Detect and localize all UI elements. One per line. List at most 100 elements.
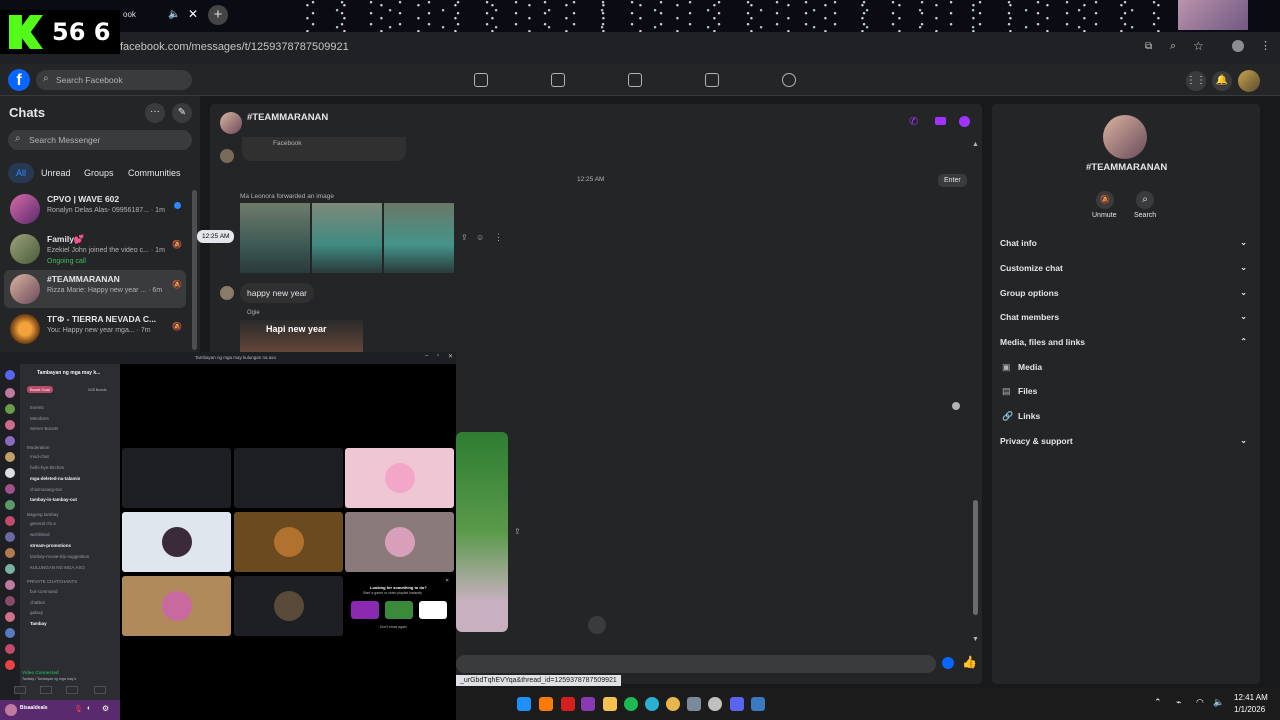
channel-category[interactable]: Moderation — [27, 445, 50, 450]
discord-home-icon[interactable] — [5, 370, 15, 380]
channel-item[interactable]: general chi a — [30, 521, 56, 526]
react-emoji-icon[interactable]: ☺ — [476, 233, 484, 242]
close-icon[interactable]: ✕ — [445, 578, 449, 584]
channel-item[interactable]: tambay-movie-trip-suggestion — [30, 554, 89, 559]
filter-unread[interactable]: Unread — [33, 163, 79, 183]
section-privacy-support[interactable]: Privacy & support ⌄ — [1000, 436, 1255, 446]
server-icon[interactable] — [5, 644, 15, 654]
server-icon[interactable] — [5, 596, 15, 606]
section-chat-info[interactable]: Chat info ⌄ — [1000, 238, 1255, 248]
channel-item[interactable]: stream-promotions — [30, 543, 71, 548]
activity-icon[interactable] — [66, 686, 78, 694]
chat-item-cpvo[interactable]: CPVO | WAVE 602 Ronalyn Delas Alas- 0995… — [4, 190, 186, 228]
app-icon[interactable] — [687, 697, 701, 711]
discord-taskbar-icon[interactable] — [581, 697, 595, 711]
app-icon[interactable] — [708, 697, 722, 711]
volume-icon[interactable]: 🔈 — [1213, 697, 1224, 708]
channel-item[interactable]: hello-bye-bitches — [30, 465, 64, 470]
conversation-avatar[interactable] — [220, 112, 242, 134]
channel-item[interactable]: mod-chat — [30, 454, 49, 459]
zoom-icon[interactable]: ⌕ — [1170, 40, 1176, 53]
server-icon[interactable] — [5, 660, 15, 670]
emoji-picker-icon[interactable] — [942, 657, 954, 669]
chat-item-tierra-nevada[interactable]: TΓΦ - TIERRA NEVADA C... You: Happy new … — [4, 310, 186, 348]
file-explorer-icon[interactable] — [603, 697, 617, 711]
settings-gear-icon[interactable]: ⚙ — [102, 704, 109, 713]
channel-item[interactable]: chatbot — [30, 600, 45, 605]
video-tile[interactable] — [345, 512, 454, 572]
server-icon[interactable] — [5, 612, 15, 622]
sidebar-scrollbar[interactable] — [192, 190, 197, 350]
chrome-icon[interactable] — [666, 697, 680, 711]
gif-message[interactable]: Hapi new year — [240, 320, 363, 356]
tab-title[interactable]: ook — [123, 10, 136, 19]
links-item[interactable]: Links — [1018, 411, 1040, 421]
filter-communities[interactable]: Communities — [120, 163, 189, 183]
boost-goal-label[interactable]: Boost Goal — [27, 386, 53, 393]
windows-start-icon[interactable] — [517, 697, 531, 711]
files-item[interactable]: Files — [1018, 386, 1037, 396]
chat-item-teammaranan[interactable]: #TEAMMARANAN Rizza Marie: Happy new year… — [4, 270, 186, 308]
conversation-info-icon[interactable] — [959, 116, 970, 127]
conversation-title[interactable]: #TEAMMARANAN — [247, 112, 328, 123]
server-icon[interactable] — [5, 468, 15, 478]
forwarded-image-3[interactable] — [384, 203, 454, 273]
profile-avatar-icon[interactable] — [1232, 40, 1244, 52]
user-avatar[interactable] — [5, 704, 17, 716]
server-icon[interactable] — [5, 500, 15, 510]
video-icon[interactable] — [628, 73, 642, 87]
clock-time[interactable]: 12:41 AM — [1234, 693, 1268, 702]
message-input[interactable] — [456, 655, 936, 673]
minimize-icon[interactable]: – — [425, 353, 428, 359]
conversation-scrollbar[interactable] — [973, 500, 978, 615]
network-icon[interactable]: ⌁ — [1176, 697, 1181, 708]
server-icon[interactable] — [5, 580, 15, 590]
server-icon[interactable] — [5, 532, 15, 542]
menu-grid-icon[interactable]: ⋮⋮ — [1186, 71, 1206, 91]
server-icon[interactable] — [5, 388, 15, 398]
channel-item[interactable]: mga-deleted-na-talamis — [30, 476, 80, 481]
server-icon[interactable] — [5, 516, 15, 526]
message-more-icon[interactable]: ⋮ — [494, 232, 503, 243]
mute-tab-icon[interactable]: 🔈 — [168, 9, 180, 20]
channel-item[interactable]: wishlisted — [30, 532, 50, 537]
app-icon[interactable] — [539, 697, 553, 711]
username[interactable]: Bisaaldeals — [20, 705, 48, 711]
scroll-down-button[interactable] — [588, 616, 606, 634]
unmute-label[interactable]: Unmute — [1092, 212, 1117, 219]
channel-item[interactable]: Server Boosts — [30, 426, 58, 431]
video-tile-empty[interactable] — [234, 448, 343, 508]
facebook-logo-icon[interactable]: f — [8, 69, 30, 91]
app-icon[interactable] — [561, 697, 575, 711]
photo-message[interactable] — [456, 432, 508, 632]
server-icon[interactable] — [5, 420, 15, 430]
screen-share-icon[interactable] — [40, 686, 52, 694]
video-tile[interactable] — [234, 576, 343, 636]
video-tile[interactable] — [234, 512, 343, 572]
server-name[interactable]: Tambayan ng mga may k... — [37, 370, 100, 376]
wifi-icon[interactable]: ◠ — [1196, 697, 1204, 708]
video-tile[interactable] — [345, 448, 454, 508]
section-chat-members[interactable]: Chat members ⌄ — [1000, 312, 1255, 322]
channel-item[interactable]: Members — [30, 416, 49, 421]
server-icon[interactable] — [5, 628, 15, 638]
server-icon[interactable] — [5, 452, 15, 462]
channel-item[interactable]: galaxy — [30, 610, 43, 615]
search-icon[interactable]: ⌕ — [1136, 191, 1154, 209]
scroll-up-arrow-icon[interactable]: ▲ — [972, 141, 979, 148]
camera-icon[interactable] — [14, 686, 26, 694]
headphones-icon[interactable]: ◐ — [87, 705, 91, 712]
close-icon[interactable]: ✕ — [448, 353, 453, 360]
channel-item[interactable]: bot-command — [30, 589, 58, 594]
discord-taskbar-icon[interactable] — [730, 697, 744, 711]
forwarded-image-2[interactable] — [312, 203, 382, 273]
facebook-search-input[interactable]: ⌕ Search Facebook — [36, 70, 192, 90]
filter-groups[interactable]: Groups — [76, 163, 122, 183]
notifications-bell-icon[interactable]: 🔔 — [1212, 71, 1232, 91]
server-icon[interactable] — [5, 404, 15, 414]
audio-call-icon[interactable]: ✆ — [909, 115, 918, 128]
new-message-icon[interactable]: ✎ — [172, 103, 192, 123]
new-tab-button[interactable]: + — [208, 5, 228, 25]
url-text[interactable]: facebook.com/messages/t/1259378787509921 — [120, 41, 349, 53]
channel-item[interactable]: tambay-in-tambay-out — [30, 497, 77, 502]
